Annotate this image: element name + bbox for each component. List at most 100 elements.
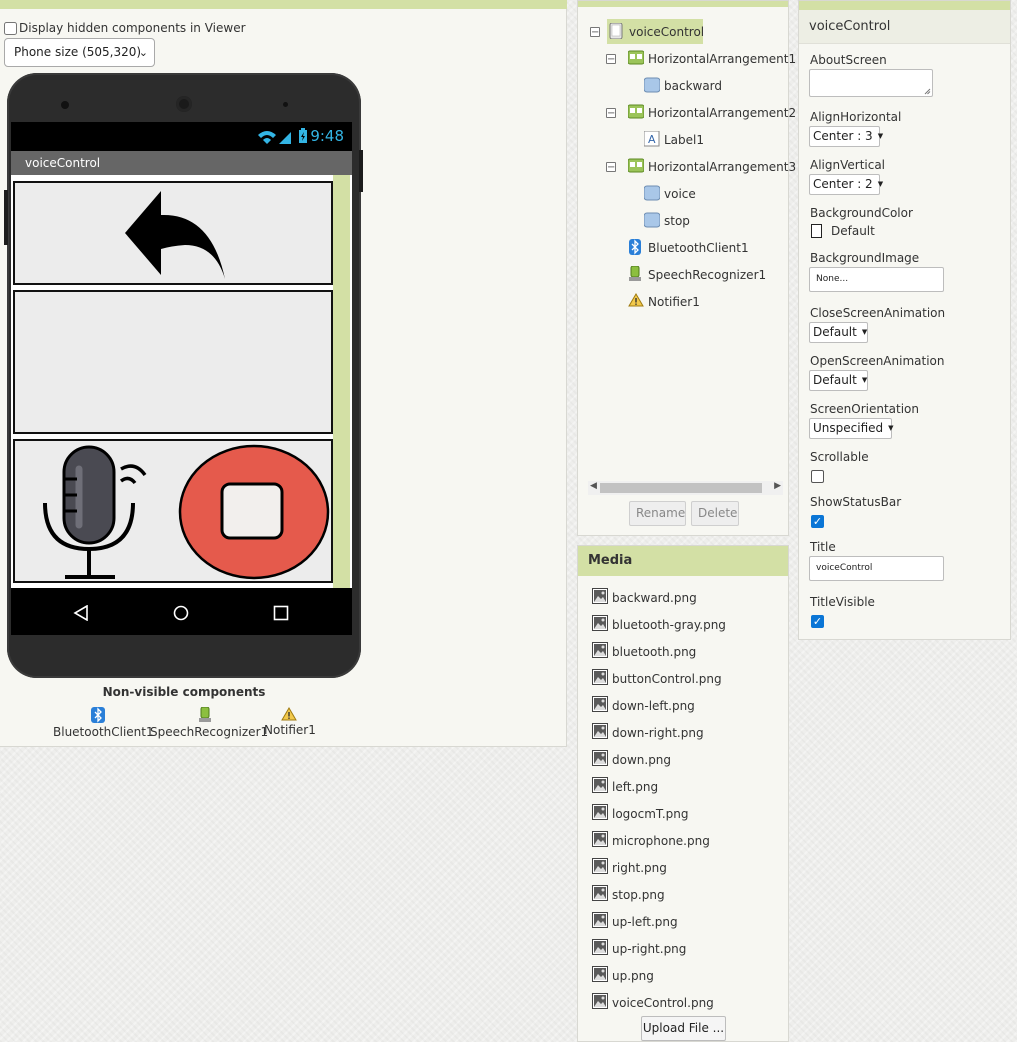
phone-camera-dot [61, 101, 69, 109]
scrollable-checkbox[interactable] [811, 470, 824, 483]
component-tree-item[interactable]: BluetoothClient1 [648, 241, 749, 255]
align-vertical-dropdown[interactable]: Center : 2 ▼ [809, 174, 883, 195]
media-file-item[interactable]: microphone.png [592, 831, 710, 848]
component-tree-item[interactable]: HorizontalArrangement1 [648, 52, 796, 66]
media-file-item[interactable]: stop.png [592, 885, 665, 902]
speech-icon [199, 707, 211, 722]
screen-title-bar: voiceControl [11, 151, 352, 175]
media-file-item[interactable]: logocmT.png [592, 804, 689, 821]
media-file-item[interactable]: bluetooth-gray.png [592, 615, 726, 632]
media-file-item[interactable]: up.png [592, 966, 654, 983]
dropdown-arrow-icon: ▼ [888, 424, 894, 432]
wifi-signal-icon [258, 131, 291, 144]
media-file-item[interactable]: left.png [592, 777, 659, 794]
align-vertical-label: AlignVertical [810, 158, 886, 172]
resize-handle-icon[interactable] [924, 88, 931, 95]
tree-horizontal-scrollbar[interactable]: ◀ ▶ [588, 481, 783, 495]
scroll-left-icon[interactable]: ◀ [590, 481, 597, 491]
image-file-icon [592, 912, 608, 928]
media-file-name: backward.png [612, 591, 697, 605]
image-file-icon [592, 993, 608, 1009]
phone-speaker [176, 96, 192, 112]
delete-button[interactable]: Delete [691, 501, 739, 526]
media-file-name: stop.png [612, 888, 665, 902]
arrangement-icon [628, 158, 644, 173]
scrollable-label: Scrollable [810, 450, 869, 464]
image-file-icon [592, 831, 608, 847]
screen-title: voiceControl [25, 156, 101, 170]
microphone-icon[interactable] [37, 443, 155, 581]
tree-collapse-toggle[interactable]: − [606, 162, 616, 173]
media-file-name: up-right.png [612, 942, 687, 956]
media-file-item[interactable]: buttonControl.png [592, 669, 722, 686]
media-file-item[interactable]: right.png [592, 858, 667, 875]
display-hidden-checkbox[interactable] [4, 21, 17, 35]
component-tree-item[interactable]: Label1 [664, 133, 704, 147]
stop-icon[interactable] [177, 443, 331, 581]
align-horizontal-value: Center : 3 [813, 129, 873, 143]
open-animation-label: OpenScreenAnimation [810, 354, 945, 368]
background-color-value[interactable]: Default [831, 224, 875, 238]
media-file-name: logocmT.png [612, 807, 689, 821]
scroll-thumb[interactable] [600, 483, 762, 493]
svg-text:A: A [648, 133, 656, 146]
media-file-item[interactable]: down.png [592, 750, 672, 767]
component-tree-item[interactable]: SpeechRecognizer1 [648, 268, 766, 282]
warning-icon [628, 293, 644, 307]
media-file-item[interactable]: backward.png [592, 588, 697, 605]
components-panel: − voiceControl − HorizontalArrangement1 back… [577, 0, 796, 536]
horizontal-arrangement-3[interactable] [13, 439, 333, 583]
horizontal-arrangement-2[interactable] [13, 290, 333, 434]
media-file-name: voiceControl.png [612, 996, 714, 1010]
display-hidden-components-checkbox[interactable]: Display hidden components in Viewer [4, 21, 246, 35]
nonvisible-bluetooth[interactable]: BluetoothClient1 [53, 707, 154, 739]
nonvisible-notifier[interactable]: Notifier1 [264, 707, 316, 737]
image-file-icon [592, 858, 608, 874]
media-file-item[interactable]: up-right.png [592, 939, 687, 956]
component-tree-item[interactable]: voiceControl [629, 25, 704, 39]
arrangement-icon [628, 50, 644, 65]
close-animation-dropdown[interactable]: Default ▼ [809, 322, 868, 343]
media-file-item[interactable]: up-left.png [592, 912, 678, 929]
component-tree-item[interactable]: backward [664, 79, 722, 93]
align-horizontal-dropdown[interactable]: Center : 3 ▼ [809, 126, 883, 147]
image-file-icon [592, 804, 608, 820]
tree-collapse-toggle[interactable]: − [590, 27, 600, 38]
background-color-label: BackgroundColor [810, 206, 913, 220]
media-file-name: left.png [612, 780, 659, 794]
screen-orientation-dropdown[interactable]: Unspecified ▼ [809, 418, 894, 439]
media-file-item[interactable]: down-right.png [592, 723, 704, 740]
tree-collapse-toggle[interactable]: − [606, 108, 616, 119]
phone-nav-bar [11, 588, 352, 635]
open-animation-dropdown[interactable]: Default ▼ [809, 370, 868, 391]
component-tree-item[interactable]: stop [664, 214, 690, 228]
align-vertical-value: Center : 2 [813, 177, 873, 191]
title-input[interactable]: voiceControl [809, 556, 944, 581]
component-tree-item[interactable]: HorizontalArrangement2 [648, 106, 796, 120]
show-statusbar-checkbox[interactable]: ✓ [811, 515, 824, 528]
properties-component-name: voiceControl [799, 10, 1010, 44]
media-panel: Media backward.png bluetooth-gray.png blue… [577, 545, 789, 1042]
background-color-swatch[interactable] [811, 224, 822, 238]
display-hidden-label: Display hidden components in Viewer [19, 21, 246, 35]
phone-bottom-edge [11, 635, 352, 636]
scroll-right-icon[interactable]: ▶ [774, 481, 781, 491]
media-file-name: down.png [612, 753, 672, 767]
title-visible-checkbox[interactable]: ✓ [811, 615, 824, 628]
image-file-icon [592, 777, 608, 793]
backward-arrow-icon[interactable] [123, 189, 227, 281]
component-tree-item[interactable]: Notifier1 [648, 295, 700, 309]
rename-button[interactable]: Rename [629, 501, 686, 526]
media-file-item[interactable]: down-left.png [592, 696, 695, 713]
horizontal-arrangement-1[interactable] [13, 181, 333, 285]
phone-size-select[interactable]: Phone size (505,320) ⌄ [4, 38, 155, 67]
media-file-item[interactable]: bluetooth.png [592, 642, 696, 659]
component-tree-item[interactable]: HorizontalArrangement3 [648, 160, 796, 174]
nonvisible-speech[interactable]: SpeechRecognizer1 [150, 707, 268, 739]
upload-file-button[interactable]: Upload File ... [641, 1016, 726, 1041]
media-file-item[interactable]: voiceControl.png [592, 993, 714, 1010]
background-image-picker[interactable]: None... [809, 267, 944, 292]
about-screen-textarea[interactable] [809, 69, 933, 97]
component-tree-item[interactable]: voice [664, 187, 696, 201]
tree-collapse-toggle[interactable]: − [606, 54, 616, 65]
